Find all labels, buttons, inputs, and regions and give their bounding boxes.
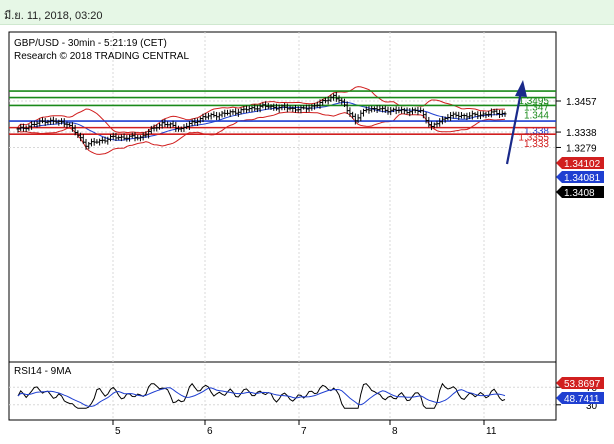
level-label: 1.344 bbox=[524, 110, 549, 121]
x-tick-label: 8 bbox=[392, 426, 398, 437]
price-tag-label: 1.3408 bbox=[564, 188, 595, 199]
y-tick-label: 1.3279 bbox=[566, 143, 597, 154]
y-tick-label: 1.3338 bbox=[566, 128, 597, 139]
price-tag-label: 1.34081 bbox=[564, 173, 601, 184]
rsi-tag-label: 48.7411 bbox=[564, 394, 600, 405]
price-chart: 1.34951.3471.3441.3381.33551.333 703053.… bbox=[8, 31, 604, 437]
rsi-label: RSI14 - 9MA bbox=[14, 366, 72, 377]
rsi-tag-label: 53.8697 bbox=[564, 379, 601, 390]
x-tick-label: 6 bbox=[207, 426, 213, 437]
chart-header: มี.ย. 11, 2018, 03:20 bbox=[0, 0, 614, 25]
x-tick-label: 7 bbox=[301, 426, 307, 437]
y-tick-label: 1.3457 bbox=[566, 97, 597, 108]
main-panel bbox=[8, 31, 557, 363]
rsi-panel bbox=[8, 361, 557, 421]
price-tag-label: 1.34102 bbox=[564, 159, 601, 170]
chart-title: GBP/USD - 30min - 5:21:19 (CET) bbox=[14, 38, 167, 49]
x-tick-label: 5 bbox=[115, 426, 121, 437]
level-label: 1.333 bbox=[524, 139, 549, 150]
chart-subtitle: Research © 2018 TRADING CENTRAL bbox=[14, 51, 189, 62]
price-tags: 1.34102 1.34081 1.3408 bbox=[556, 157, 604, 199]
x-tick-label: 11 bbox=[486, 426, 497, 437]
timestamp-label: มี.ย. 11, 2018, 03:20 bbox=[4, 10, 103, 22]
